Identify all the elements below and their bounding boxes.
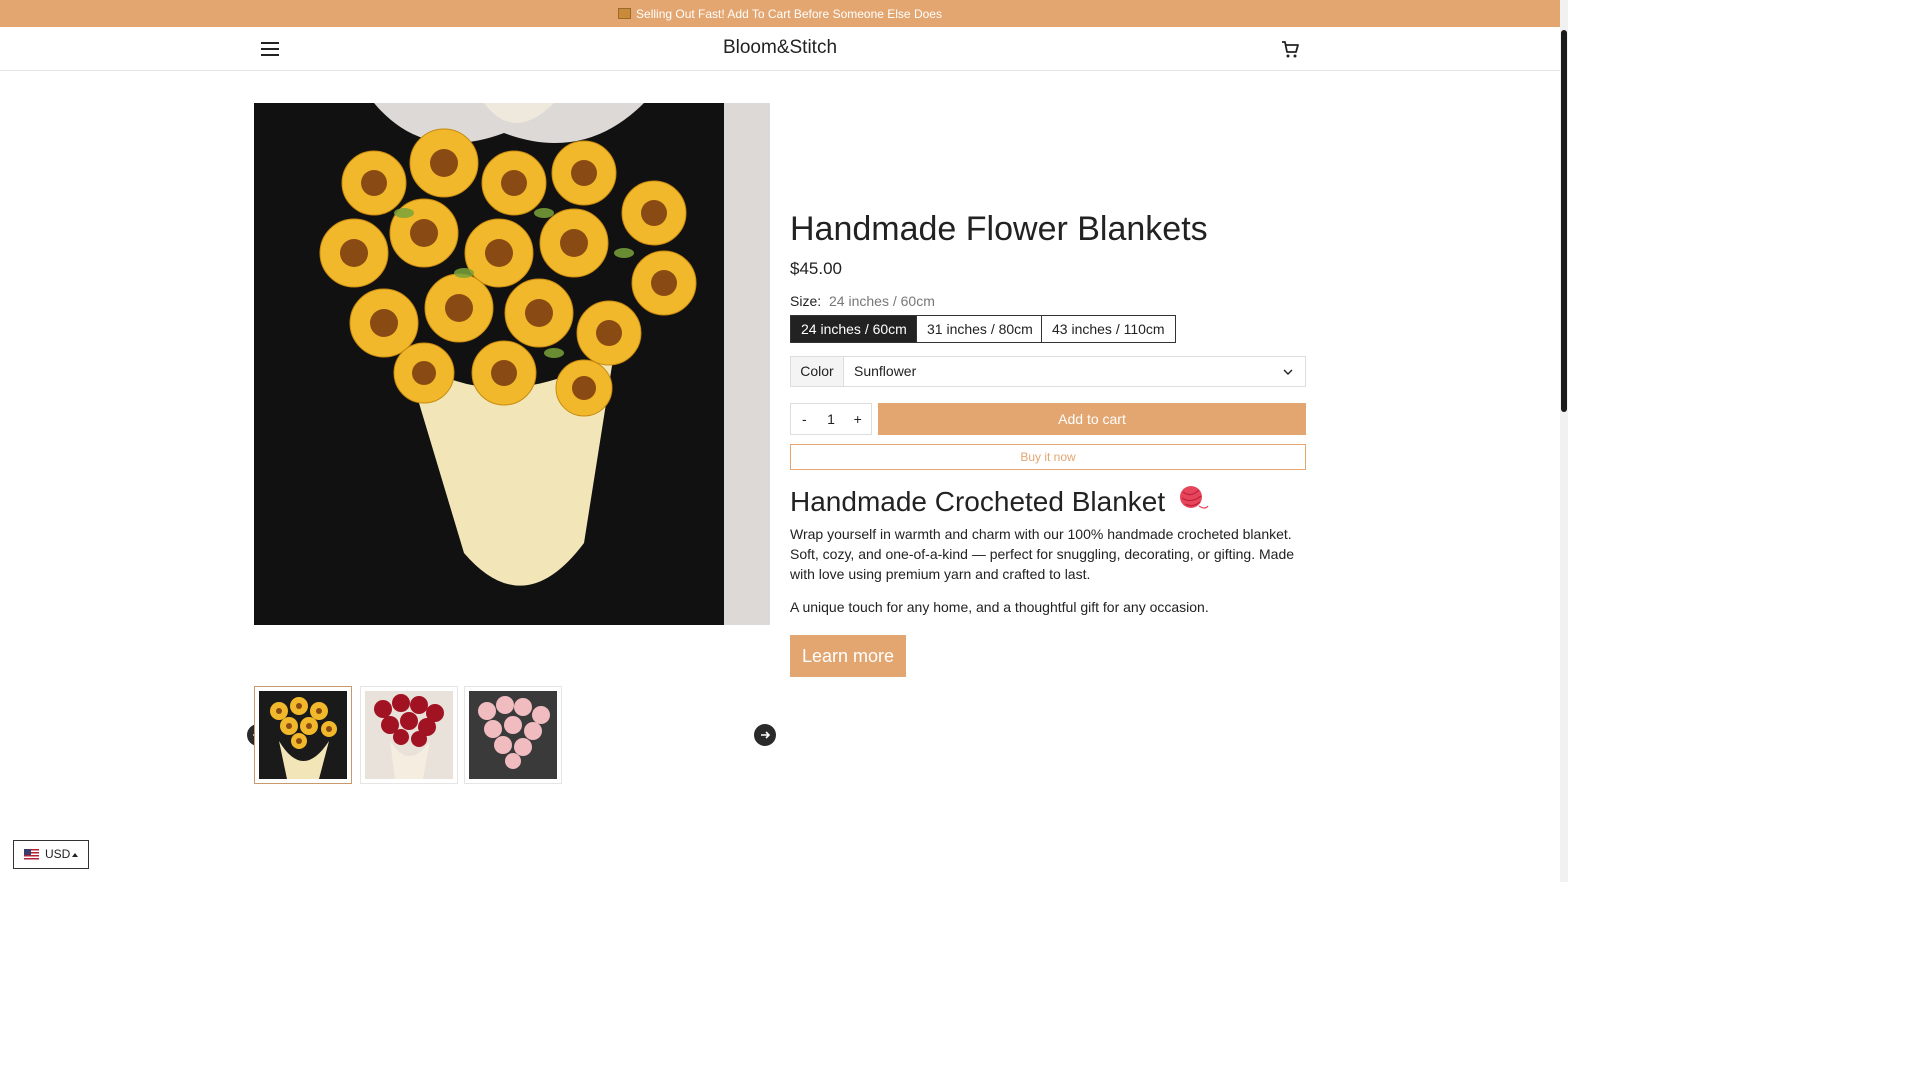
us-flag-icon — [24, 849, 39, 860]
quantity-stepper: - 1 + — [790, 403, 872, 435]
package-icon — [618, 8, 632, 19]
color-dropdown[interactable]: Sunflower — [844, 357, 1305, 386]
qty-plus-button[interactable]: + — [844, 404, 871, 434]
yarn-ball-icon — [1179, 484, 1209, 519]
currency-selector[interactable]: USD — [13, 840, 89, 869]
announcement-bar: Selling Out Fast! Add To Cart Before Som… — [0, 0, 1560, 27]
product-description: Wrap yourself in warmth and charm with o… — [790, 524, 1306, 630]
cart-icon[interactable] — [1280, 39, 1300, 59]
size-selected-value: 24 inches / 60cm — [829, 293, 935, 309]
announcement-text: Selling Out Fast! Add To Cart Before Som… — [636, 6, 942, 21]
arrow-right-icon[interactable] — [754, 724, 776, 746]
product-price: $45.00 — [790, 259, 842, 278]
description-paragraph: A unique touch for any home, and a thoug… — [790, 599, 1209, 615]
color-label: Color — [791, 357, 844, 386]
product-title: Handmade Flower Blankets — [790, 210, 1208, 248]
thumbnail-pink-rose[interactable] — [464, 686, 562, 784]
thumbnail-red-rose[interactable] — [360, 686, 458, 784]
size-option-24[interactable]: 24 inches / 60cm — [790, 315, 918, 343]
add-to-cart-button[interactable]: Add to cart — [878, 403, 1306, 435]
description-heading: Handmade Crocheted Blanket — [790, 486, 1209, 521]
product-main-image[interactable] — [254, 103, 770, 625]
size-option-31[interactable]: 31 inches / 80cm — [916, 315, 1044, 343]
size-option-43[interactable]: 43 inches / 110cm — [1041, 315, 1176, 343]
color-select-row: Color Sunflower — [790, 356, 1306, 387]
thumbnail-sunflower[interactable] — [254, 686, 352, 784]
currency-code: USD — [45, 847, 71, 861]
color-value: Sunflower — [854, 363, 917, 379]
qty-minus-button[interactable]: - — [791, 404, 818, 434]
description-paragraph: Wrap yourself in warmth and charm with o… — [790, 526, 1295, 582]
qty-value[interactable]: 1 — [818, 404, 845, 434]
description-heading-text: Handmade Crocheted Blanket — [790, 486, 1166, 517]
caret-up-icon — [72, 853, 78, 857]
brand-logo[interactable]: Bloom&Stitch — [0, 37, 1560, 59]
site-header: Bloom&Stitch — [0, 27, 1560, 71]
learn-more-button[interactable]: Learn more — [790, 635, 906, 677]
page-scrollbar[interactable] — [1560, 0, 1568, 882]
size-label: Size: — [790, 293, 822, 309]
chevron-down-icon — [1283, 369, 1293, 375]
buy-now-button[interactable]: Buy it now — [790, 444, 1306, 470]
size-label-row: Size: 24 inches / 60cm — [790, 293, 935, 309]
